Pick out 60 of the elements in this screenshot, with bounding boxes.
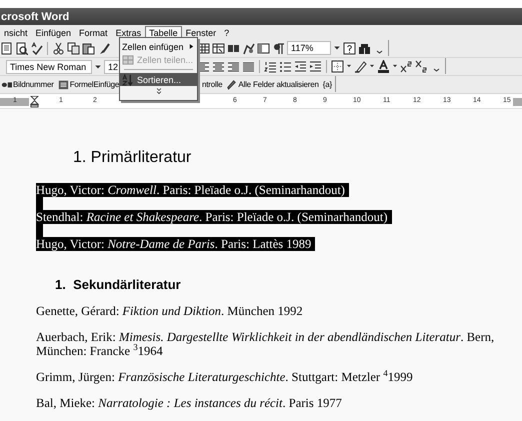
ruler-margin (513, 98, 522, 106)
spelling-check-icon[interactable] (30, 42, 43, 55)
dropdown-arrow-icon[interactable] (392, 63, 398, 69)
align-left-icon[interactable] (197, 60, 210, 72)
bibliography-entry: Auerbach, Erik: Mimesis. Dargestellte Wirklichkeit in der abendländischen Literatur. Bern, München: Francke $^{3}$1964 (36, 330, 494, 358)
numbered-list-icon[interactable] (264, 60, 277, 72)
paste-icon[interactable] (82, 42, 95, 55)
toolbar-button[interactable]: Bildnummer (0, 79, 55, 90)
toolbar-button[interactable]: {a} (322, 80, 333, 88)
document-map-icon[interactable] (257, 42, 270, 54)
bibliography-entry: Genette, Gérard: Fiktion und Diktion. München 1992 (36, 304, 303, 318)
formula-icon[interactable] (58, 79, 69, 90)
pilcrow-icon[interactable] (272, 42, 285, 54)
toolbar-button[interactable]: Alle Felder aktualisieren (225, 78, 320, 90)
dropdown-arrow-icon[interactable] (333, 44, 341, 52)
dropdown-arrow-icon[interactable] (346, 63, 352, 69)
menu-item[interactable]: Sortieren... (120, 73, 197, 86)
bibliography-entry: Bal, Mieke: Narratologie : Les instances du récit. Paris 1977 (36, 396, 342, 410)
menu-item[interactable]: Extras (112, 26, 146, 40)
increase-indent-icon[interactable] (309, 60, 322, 72)
bibliography-entry: Stendhal: Racine et Shakespeare. Paris: Pleïade o.J. (Seminarhandout) (36, 210, 392, 224)
menu-item[interactable]: Fenster (182, 26, 220, 40)
spreadsheet-icon[interactable] (212, 42, 225, 54)
page-icon[interactable] (0, 42, 13, 55)
bibliography-entry: Hugo, Victor: Notre-Dame de Paris. Paris: Lattès 1989 (36, 237, 316, 251)
decrease-indent-icon[interactable] (294, 60, 307, 72)
align-center-icon[interactable] (212, 60, 225, 72)
zoom-field[interactable]: 117% (287, 41, 331, 55)
help-icon[interactable] (343, 42, 356, 54)
toolbar-button[interactable]: ntrolle (201, 80, 224, 88)
section-heading: 1. Primärliteratur (73, 149, 192, 167)
highlighter-icon[interactable] (354, 60, 367, 72)
dropdown-arrow-icon[interactable] (94, 62, 102, 70)
drawing-icon[interactable] (242, 42, 255, 54)
copy-icon[interactable] (67, 42, 80, 55)
menu-item[interactable]: Einfügen (32, 26, 76, 40)
bibliography-entry: Hugo, Victor: Cromwell. Paris: Pleïade o.J. (Seminarhandout) (36, 183, 349, 197)
font-field[interactable]: Times New Roman (6, 60, 92, 74)
brush-icon[interactable] (97, 42, 110, 55)
menu-item[interactable]: ? (220, 26, 234, 40)
subscript-icon[interactable] (415, 60, 428, 72)
bulleted-list-icon[interactable] (279, 60, 292, 72)
menu-item[interactable]: nsicht (0, 26, 32, 40)
bibliography-entry: Grimm, Jürgen: Französische Literaturgeschichte. Stuttgart: Metzler $^{4}$1999 (36, 370, 413, 384)
ruler-margin (0, 98, 29, 106)
superscript-icon[interactable] (400, 60, 413, 72)
window-title: crosoft Word (0, 10, 70, 22)
align-right-icon[interactable] (227, 60, 240, 72)
menu-item[interactable]: Zellen einfügen (120, 40, 197, 53)
justify-icon[interactable] (242, 60, 255, 72)
pencil-icon[interactable] (226, 78, 238, 90)
print-preview-icon[interactable] (15, 42, 28, 55)
menu-item[interactable]: Format (75, 26, 112, 40)
binoculars-icon[interactable] (358, 42, 371, 54)
dropdown-arrow-icon[interactable] (369, 63, 375, 69)
section-heading: 1. Sekundärliteratur (55, 277, 181, 292)
font-color-icon[interactable] (377, 60, 390, 72)
cut-icon[interactable] (52, 42, 65, 55)
border-icon[interactable] (331, 60, 344, 72)
indent-marker-icon[interactable] (30, 96, 39, 108)
